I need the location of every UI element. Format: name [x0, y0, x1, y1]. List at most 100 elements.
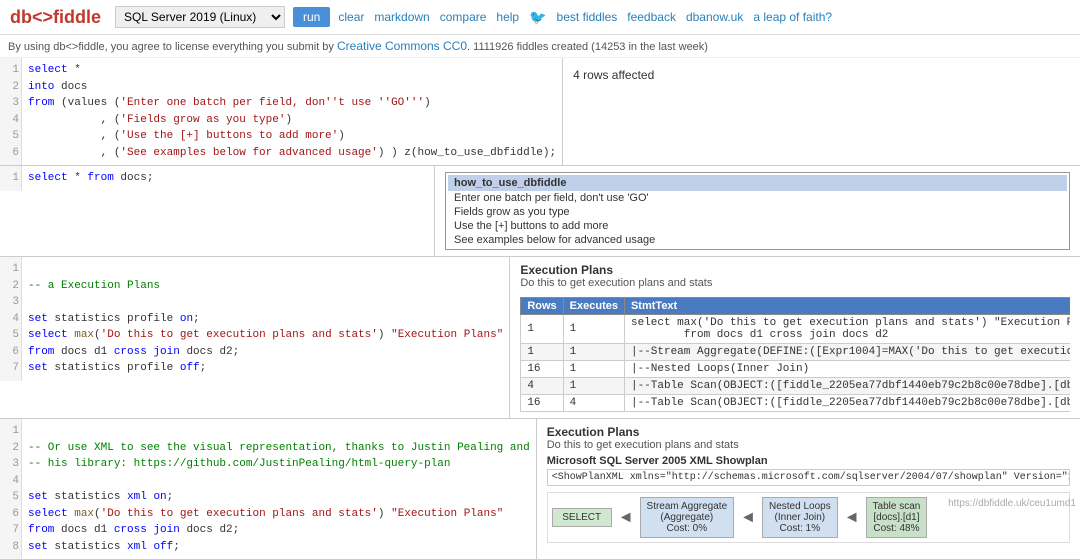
header: db<>fiddle SQL Server 2019 (Linux) MySQL… — [0, 0, 1080, 35]
code-line: from (values ('Enter one batch per field… — [28, 95, 556, 112]
result-box-row: See examples below for advanced usage — [448, 233, 1067, 247]
line-numbers-2: 1 — [0, 166, 22, 191]
code-line: , ('Use the [+] buttons to add more') — [28, 128, 556, 145]
watermark: https://dbfiddle.uk/ceu1umd1 — [948, 498, 1076, 509]
code-line: set statistics xml on; — [28, 489, 530, 506]
code-1[interactable]: select * into docs from (values ('Enter … — [22, 58, 562, 165]
code-line: set statistics profile off; — [28, 360, 503, 377]
code-line — [28, 294, 503, 311]
code-4[interactable]: -- Or use XML to see the visual represen… — [22, 419, 536, 559]
exec-plans-title-3: Execution Plans — [520, 263, 1070, 277]
table-row: 1 1 |--Stream Aggregate(DEFINE:([Expr100… — [521, 344, 1070, 361]
result-box-title-2: how_to_use_dbfiddle — [448, 175, 1067, 191]
left-panel-2: 1 select * from docs; — [0, 166, 435, 256]
twitter-icon: 🐦 — [529, 9, 546, 26]
result-box-row: Use the [+] buttons to add more — [448, 219, 1067, 233]
exec-table-3: Rows Executes StmtText StmtId NodeId P 1… — [520, 297, 1070, 412]
editor-4[interactable]: 12345678 -- Or use XML to see the visual… — [0, 419, 536, 559]
row-panel-1: 123456 select * into docs from (values (… — [0, 58, 1080, 166]
cell: 1 — [521, 315, 563, 344]
code-line: select max('Do this to get execution pla… — [28, 327, 503, 344]
code-2[interactable]: select * from docs; — [22, 166, 434, 191]
code-line: from docs d1 cross join docs d2; — [28, 522, 530, 539]
result-box-row: Fields grow as you type — [448, 205, 1067, 219]
cell: |--Stream Aggregate(DEFINE:([Expr1004]=M… — [624, 344, 1070, 361]
clear-link[interactable]: clear — [338, 10, 364, 24]
code-line: set statistics xml off; — [28, 539, 530, 556]
leap-link[interactable]: a leap of faith? — [753, 10, 832, 24]
exec-plans-sub-4: Do this to get execution plans and stats — [547, 439, 1070, 451]
best-fiddles-link[interactable]: best fiddles — [557, 10, 618, 24]
editor-3[interactable]: 1234567 -- a Execution Plans set statist… — [0, 257, 509, 381]
exec-table-scroll-3[interactable]: Rows Executes StmtText StmtId NodeId P 1… — [520, 293, 1070, 412]
code-line: -- a Execution Plans — [28, 278, 503, 295]
editor-2[interactable]: 1 select * from docs; — [0, 166, 434, 191]
table-row: 16 4 |--Table Scan(OBJECT:([fiddle_2205e… — [521, 395, 1070, 412]
plan-node-box-stream: Stream Aggregate (Aggregate) Cost: 0% — [640, 497, 735, 538]
plan-arrow: ◄ — [618, 509, 634, 527]
editor-1[interactable]: 123456 select * into docs from (values (… — [0, 58, 562, 165]
cell: 4 — [521, 378, 563, 395]
col-rows: Rows — [521, 298, 563, 315]
cell: |--Table Scan(OBJECT:([fiddle_2205ea77db… — [624, 378, 1070, 395]
license-text-after: . 1111926 fiddles created (14253 in the … — [467, 41, 708, 53]
plan-node-box-tablescan: Table scan [docs].[d1] Cost: 48% — [866, 497, 928, 538]
col-stmttext: StmtText — [624, 298, 1070, 315]
license-text-before: By using db<>fiddle, you agree to licens… — [8, 41, 337, 53]
line-numbers-1: 123456 — [0, 58, 22, 165]
code-line — [28, 473, 530, 490]
db-selector[interactable]: SQL Server 2019 (Linux) MySQL 8.0 Postgr… — [115, 6, 285, 28]
cell: 1 — [563, 344, 624, 361]
right-panel-4: Execution Plans Do this to get execution… — [537, 419, 1080, 559]
cc0-link[interactable]: Creative Commons CC0 — [337, 39, 467, 53]
exec-plans-sub-3: Do this to get execution plans and stats — [520, 277, 1070, 289]
cell: |--Nested Loops(Inner Join) — [624, 361, 1070, 378]
code-line: into docs — [28, 79, 556, 96]
row-panel-4: 12345678 -- Or use XML to see the visual… — [0, 419, 1080, 560]
table-row: 1 1 select max('Do this to get execution… — [521, 315, 1070, 344]
plan-arrow: ◄ — [844, 509, 860, 527]
col-executes: Executes — [563, 298, 624, 315]
cell: 1 — [563, 315, 624, 344]
code-line: -- Or use XML to see the visual represen… — [28, 440, 530, 457]
plan-node-stream: Stream Aggregate (Aggregate) Cost: 0% — [640, 497, 735, 538]
cell: 16 — [521, 361, 563, 378]
help-link[interactable]: help — [496, 10, 519, 24]
license-bar: By using db<>fiddle, you agree to licens… — [0, 35, 1080, 58]
right-panel-3: Execution Plans Do this to get execution… — [510, 257, 1080, 418]
markdown-link[interactable]: markdown — [374, 10, 429, 24]
xml-content: <ShowPlanXML xmlns="http://schemas.micro… — [547, 469, 1070, 486]
cell: 1 — [563, 378, 624, 395]
code-line: set statistics profile on; — [28, 311, 503, 328]
result-text-1: 4 rows affected — [573, 64, 1070, 86]
code-3[interactable]: -- a Execution Plans set statistics prof… — [22, 257, 509, 381]
left-panel-4: 12345678 -- Or use XML to see the visual… — [0, 419, 537, 559]
right-panel-1: 4 rows affected — [563, 58, 1080, 165]
cell: select max('Do this to get execution pla… — [624, 315, 1070, 344]
cell: 4 — [563, 395, 624, 412]
code-line: select max('Do this to get execution pla… — [28, 506, 530, 523]
feedback-link[interactable]: feedback — [627, 10, 676, 24]
logo: db<>fiddle — [10, 7, 101, 28]
compare-link[interactable]: compare — [440, 10, 487, 24]
cell: 1 — [563, 361, 624, 378]
dbanow-link[interactable]: dbanow.uk — [686, 10, 743, 24]
code-line — [28, 261, 503, 278]
plan-arrow: ◄ — [740, 509, 756, 527]
plan-node-box-loops: Nested Loops (Inner Join) Cost: 1% — [762, 497, 838, 538]
left-panel-3: 1234567 -- a Execution Plans set statist… — [0, 257, 510, 418]
row-panel-3: 1234567 -- a Execution Plans set statist… — [0, 257, 1080, 419]
result-box-row: Enter one batch per field, don't use 'GO… — [448, 191, 1067, 205]
row-panel-2: 1 select * from docs; how_to_use_dbfiddl… — [0, 166, 1080, 257]
code-line: -- his library: https://github.com/Justi… — [28, 456, 530, 473]
run-button[interactable]: run — [293, 7, 330, 27]
cell: |--Table Scan(OBJECT:([fiddle_2205ea77db… — [624, 395, 1070, 412]
left-panel-1: 123456 select * into docs from (values (… — [0, 58, 563, 165]
code-line: , ('Fields grow as you type') — [28, 112, 556, 129]
line-numbers-3: 1234567 — [0, 257, 22, 381]
plan-node-loops: Nested Loops (Inner Join) Cost: 1% — [762, 497, 838, 538]
main: 123456 select * into docs from (values (… — [0, 58, 1080, 560]
xml-title: Microsoft SQL Server 2005 XML Showplan — [547, 455, 1070, 467]
code-line: select * — [28, 62, 556, 79]
xml-section-4: Microsoft SQL Server 2005 XML Showplan <… — [547, 455, 1070, 486]
